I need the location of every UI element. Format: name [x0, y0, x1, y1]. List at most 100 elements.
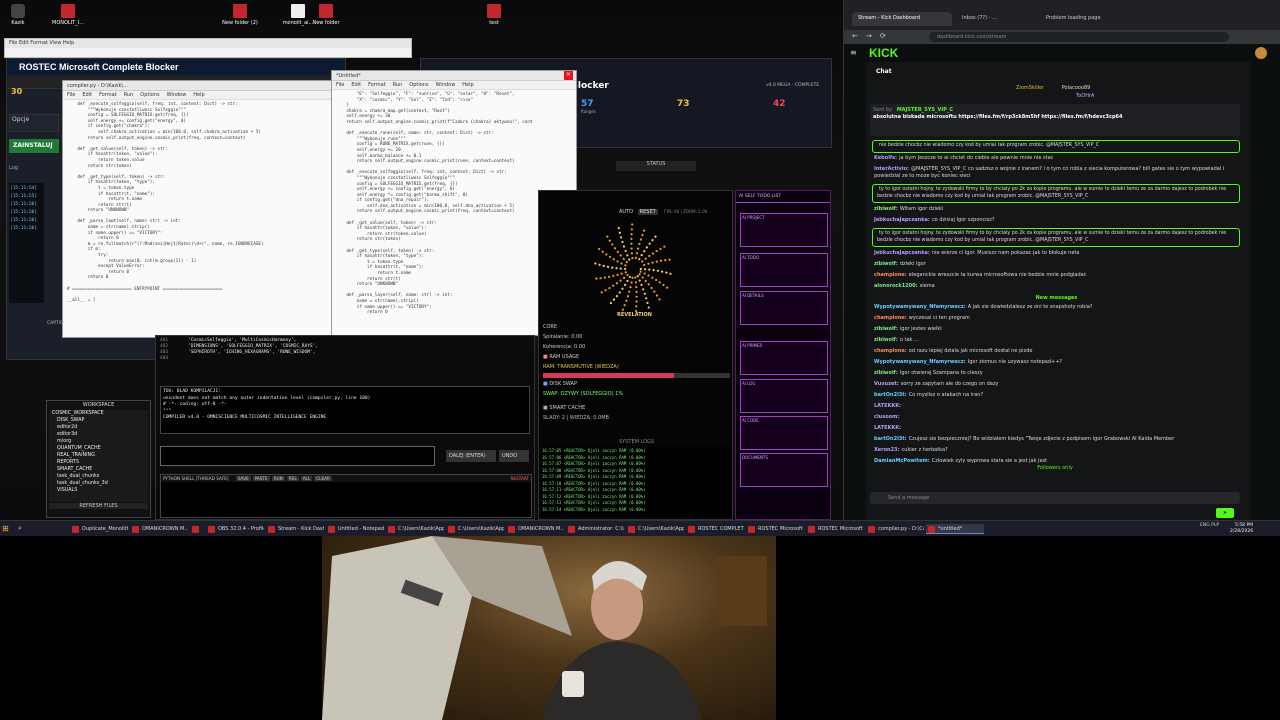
chat-message[interactable]: ty to igor ostatni hojny. te zydowski fi…: [872, 184, 1240, 203]
chat-username[interactable]: Wypotywamywany_Nfamyrwecz:: [874, 359, 966, 365]
back-icon[interactable]: ←: [852, 32, 858, 40]
kick-logo[interactable]: KICK: [869, 46, 898, 60]
workspace-item[interactable]: editor3d: [52, 431, 148, 438]
browser-window[interactable]: Stream - Kick Dashboard Inbox (7?) - ...…: [843, 0, 1280, 520]
taskbar-item[interactable]: [190, 524, 205, 534]
chat-message[interactable]: champione: eleganckie wreszcie ta kurwa m…: [874, 272, 1239, 279]
desktop-icon-kazik[interactable]: Kazik: [0, 4, 36, 26]
chat-username[interactable]: zibiwolf:: [874, 326, 898, 332]
ai-section[interactable]: AI PRIMER: [740, 341, 828, 375]
chat-message[interactable]: champione: od razu lepiej dziala jak micr…: [874, 348, 1239, 355]
install-button[interactable]: ZAINSTALUJ: [9, 139, 59, 153]
ai-section[interactable]: AI LOG: [740, 379, 828, 413]
menu-item[interactable]: Help: [193, 92, 204, 98]
shell-tab[interactable]: PASTE: [252, 476, 270, 481]
shell-tab[interactable]: RUN: [271, 476, 285, 481]
chat-message[interactable]: bartOn2l3t: Czujesz sie bezpieczniej? Bo …: [874, 436, 1239, 443]
reload-icon[interactable]: ⟳: [880, 32, 886, 40]
chat-username[interactable]: InterActivio:: [874, 166, 909, 172]
chat-message[interactable]: champione: wyczesal ci ten program: [874, 315, 1239, 322]
compiler-code[interactable]: def _execute_solfeggio(self, freq: int, …: [63, 100, 336, 337]
chat-message[interactable]: bartOn2l3t: Co myslisz o atakach na iran?: [874, 392, 1239, 399]
workspace-item[interactable]: REPORTS: [52, 459, 148, 466]
chat-message[interactable]: DamianMcPowitem: Czlowiek zyly wyprowa st…: [874, 458, 1239, 465]
taskbar-item[interactable]: C:\Users\Kazik\App...: [626, 524, 684, 534]
taskbar-item[interactable]: Administrator: C:\U...: [566, 524, 624, 534]
taskbar-item[interactable]: OMANICROWN M...: [506, 524, 564, 534]
chat-message[interactable]: LATEKKK:: [874, 425, 1239, 432]
taskbar-item[interactable]: C:\Users\Kazik\App...: [386, 524, 444, 534]
tab-kick-dashboard[interactable]: Stream - Kick Dashboard: [852, 12, 952, 26]
clock[interactable]: 5:58 PM 2/28/2026: [1230, 523, 1253, 535]
shell-tab[interactable]: SAVE: [235, 476, 251, 481]
reset-button[interactable]: RESET: [637, 209, 658, 215]
workspace-item[interactable]: VISUALS: [52, 487, 148, 494]
menu-item[interactable]: Edit: [82, 92, 92, 98]
taskbar-item[interactable]: Stream - Kick Dash...: [266, 524, 324, 534]
ai-section[interactable]: AI TODO: [740, 253, 828, 287]
chat-message[interactable]: zibiwolf: Witam igor dzieki: [874, 206, 1239, 213]
chat-username[interactable]: bartOn2l3t:: [874, 392, 907, 398]
send-button[interactable]: ➤: [1216, 508, 1234, 518]
taskbar-item[interactable]: ROSTEC COMPLETE...: [686, 524, 744, 534]
taskbar-item[interactable]: ROSTEC Microsoft ...: [746, 524, 804, 534]
close-icon[interactable]: ×: [564, 71, 573, 80]
desktop-icon-new-folder[interactable]: New folder: [308, 4, 344, 26]
chat-message[interactable]: Xeron23: cukier z herbatka?: [874, 447, 1239, 454]
chat-username[interactable]: zibiwolf:: [874, 206, 898, 212]
top-user[interactable]: Polacooo89: [1062, 85, 1091, 91]
compiler-terminal[interactable]: 481 482 483 484 'CosmicSolfeggio', 'Mult…: [155, 335, 535, 520]
taskbar-item[interactable]: ROSTEC Microsoft ...: [806, 524, 864, 534]
menu-item[interactable]: Run: [124, 92, 134, 98]
menu-item[interactable]: Format: [368, 82, 386, 88]
shell-tab[interactable]: REL: [286, 476, 299, 481]
chat-username[interactable]: LATEKKK:: [874, 425, 901, 431]
chat-message[interactable]: zibiwolf: o tak ...: [874, 337, 1239, 344]
chat-username[interactable]: alonorock1200:: [874, 283, 918, 289]
chat-message[interactable]: ty to igor ostatni hojny. te zydowski fi…: [872, 228, 1240, 247]
chat-message[interactable]: Kebolfs: ja bym jeszcze to ai chciat do c…: [874, 155, 1239, 162]
chat-username[interactable]: zibiwolf:: [874, 261, 898, 267]
next-button[interactable]: DALEJ (ENTER): [446, 450, 496, 462]
workspace-item[interactable]: REAL_TRAINING: [52, 452, 148, 459]
taskbar-item[interactable]: compiler.py - D:\Ca...: [866, 524, 924, 534]
chat-username[interactable]: Vuvuzet:: [874, 381, 899, 387]
chat-username[interactable]: Kebolfs:: [874, 155, 897, 161]
menu-item[interactable]: Options: [140, 92, 159, 98]
menu-icon[interactable]: ≡: [850, 48, 857, 57]
chat-message[interactable]: alonorock1200: siema: [874, 283, 1239, 290]
chat-username[interactable]: zibiwolf:: [874, 370, 898, 376]
workspace-item[interactable]: QUANTUM_CACHE: [52, 445, 148, 452]
menu-item[interactable]: Help: [462, 82, 473, 88]
chat-input[interactable]: Send a message: [870, 492, 1240, 504]
chat-username[interactable]: champione:: [874, 348, 907, 354]
taskbar-item[interactable]: *untitled*: [926, 524, 984, 534]
language-indicator[interactable]: ENG PLP: [1200, 523, 1219, 528]
desktop-icon-monolit[interactable]: MONOLIT_I...: [50, 4, 86, 26]
workspace-tree[interactable]: COSMIC_WORKSPACE DISK_SWAP editor2d editor3…: [49, 410, 148, 502]
chat-message[interactable]: Wypotywamywany_Nfamyrwecz: Igor ziomus ni…: [874, 359, 1239, 366]
menu-item[interactable]: File: [336, 82, 344, 88]
chat-message[interactable]: Wypotywamywany_Nfamyrwecz: A jak sie dowi…: [874, 304, 1239, 311]
chat-message[interactable]: zibiwolf: Igor otwieraj Szampana to ciesz…: [874, 370, 1239, 377]
python-shell[interactable]: PYTHON SHELL [THREAD SAFE] SAVE PASTE RUN R…: [160, 474, 532, 518]
refresh-files-button[interactable]: REFRESH FILES: [49, 503, 148, 509]
workspace-item[interactable]: task_dual_chunks_3d: [52, 480, 148, 487]
chat-username[interactable]: clusoom:: [874, 414, 899, 420]
taskbar-item[interactable]: OMANICROWN M...: [130, 524, 188, 534]
chat-message[interactable]: JebkuchaJapczanka: co dzisiaj Igor szponc…: [874, 217, 1239, 224]
shell-tab[interactable]: ALL: [300, 476, 313, 481]
workspace-item[interactable]: m/org: [52, 438, 148, 445]
pinned-text[interactable]: absolutna biskada microsoftu https://fil…: [873, 114, 1123, 120]
ai-section[interactable]: DOCUMENTS: [740, 453, 828, 487]
auto-toggle[interactable]: AUTO: [619, 209, 633, 215]
start-icon[interactable]: ⊞: [2, 524, 9, 533]
chat-username[interactable]: Xeron23:: [874, 447, 900, 453]
chat-username[interactable]: JebkuchaJapczanka:: [874, 217, 930, 223]
chat-message[interactable]: clusoom:: [874, 414, 1239, 421]
tab-problem[interactable]: Problem loading page: [1040, 12, 1120, 26]
background-notepad[interactable]: File Edit Format View Help: [4, 38, 412, 58]
taskbar-item[interactable]: C:\Users\Kazik\App...: [446, 524, 504, 534]
workspace-item[interactable]: task_dual_chunks: [52, 473, 148, 480]
ai-section[interactable]: AI CODE: [740, 416, 828, 450]
